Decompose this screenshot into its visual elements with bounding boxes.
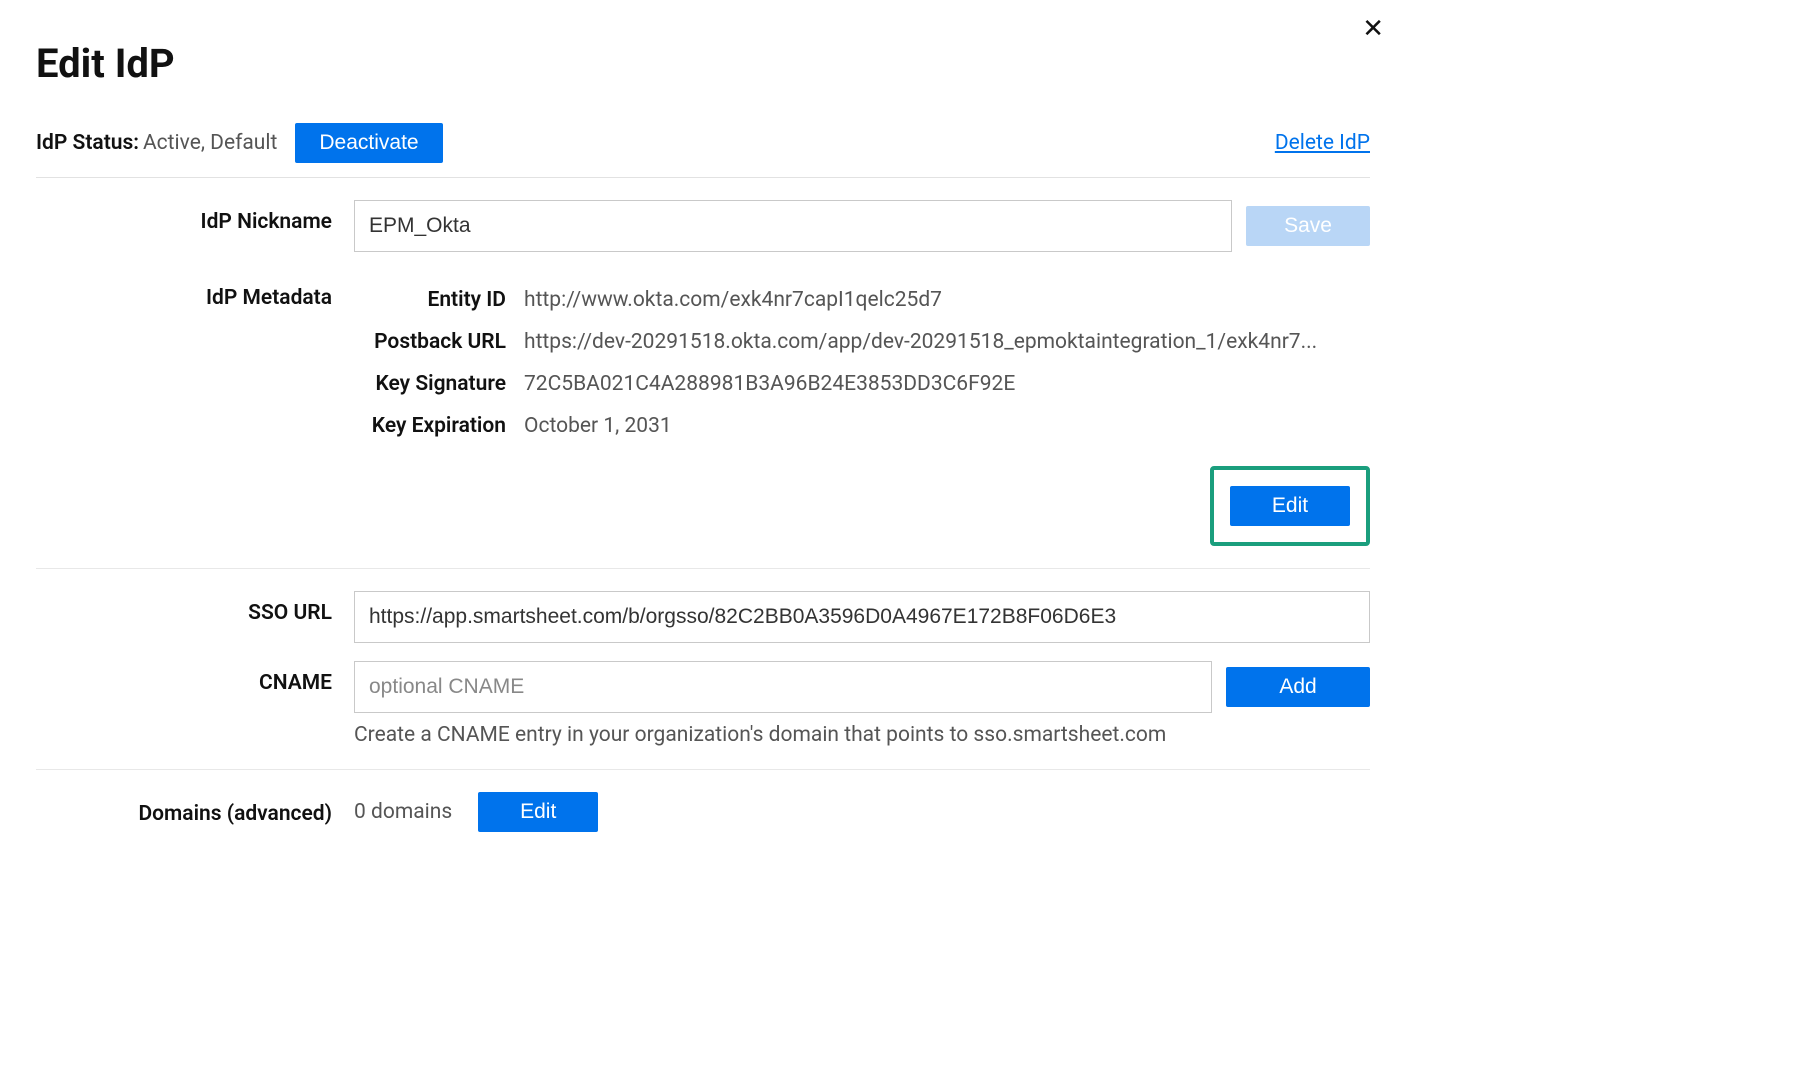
metadata-row: IdP Metadata Entity ID http://www.okta.c… (36, 280, 1370, 546)
key-expiration-value: October 1, 2031 (524, 406, 672, 446)
key-expiration-label: Key Expiration (354, 406, 524, 446)
cname-label: CNAME (36, 661, 354, 695)
close-icon[interactable]: ✕ (1362, 14, 1384, 44)
cname-row: CNAME Add Create a CNAME entry in your o… (36, 661, 1370, 747)
postback-url-label: Postback URL (354, 322, 524, 362)
cname-help-text: Create a CNAME entry in your organizatio… (354, 723, 1370, 747)
sso-url-row: SSO URL (36, 591, 1370, 643)
sso-url-input[interactable] (354, 591, 1370, 643)
postback-url-value: https://dev-20291518.okta.com/app/dev-20… (524, 322, 1317, 362)
nickname-row: IdP Nickname Save (36, 200, 1370, 252)
entity-id-value: http://www.okta.com/exk4nr7capI1qelc25d7 (524, 280, 942, 320)
domains-count: 0 domains (354, 792, 452, 832)
delete-idp-link[interactable]: Delete IdP (1275, 131, 1370, 155)
status-row: IdP Status: Active, Default Deactivate D… (36, 123, 1370, 178)
sso-section: SSO URL CNAME Add Create a CNAME entry i… (36, 569, 1370, 770)
domains-row: Domains (advanced) 0 domains Edit (36, 792, 1370, 832)
cname-input[interactable] (354, 661, 1212, 713)
metadata-list: Entity ID http://www.okta.com/exk4nr7cap… (354, 280, 1370, 446)
idp-config-section: IdP Nickname Save IdP Metadata Entity ID… (36, 178, 1370, 569)
sso-url-label: SSO URL (36, 591, 354, 625)
edit-highlight-box: Edit (1210, 466, 1370, 546)
domains-edit-button[interactable]: Edit (478, 792, 598, 832)
nickname-label: IdP Nickname (36, 200, 354, 234)
edit-idp-dialog: ✕ Edit IdP IdP Status: Active, Default D… (0, 0, 1406, 894)
deactivate-button[interactable]: Deactivate (295, 123, 442, 163)
domains-label: Domains (advanced) (36, 792, 354, 826)
status-left: IdP Status: Active, Default Deactivate (36, 123, 443, 163)
nickname-input[interactable] (354, 200, 1232, 252)
key-signature-value: 72C5BA021C4A288981B3A96B24E3853DD3C6F92E (524, 364, 1015, 404)
metadata-edit-button[interactable]: Edit (1230, 486, 1350, 526)
entity-id-label: Entity ID (354, 280, 524, 320)
save-button[interactable]: Save (1246, 206, 1370, 246)
domains-section: Domains (advanced) 0 domains Edit (36, 770, 1370, 854)
cname-add-button[interactable]: Add (1226, 667, 1370, 707)
key-signature-label: Key Signature (354, 364, 524, 404)
metadata-edit-highlight: Edit (354, 466, 1370, 546)
page-title: Edit IdP (36, 40, 1370, 87)
metadata-label: IdP Metadata (36, 280, 354, 310)
status-label: IdP Status: Active, Default (36, 131, 277, 155)
